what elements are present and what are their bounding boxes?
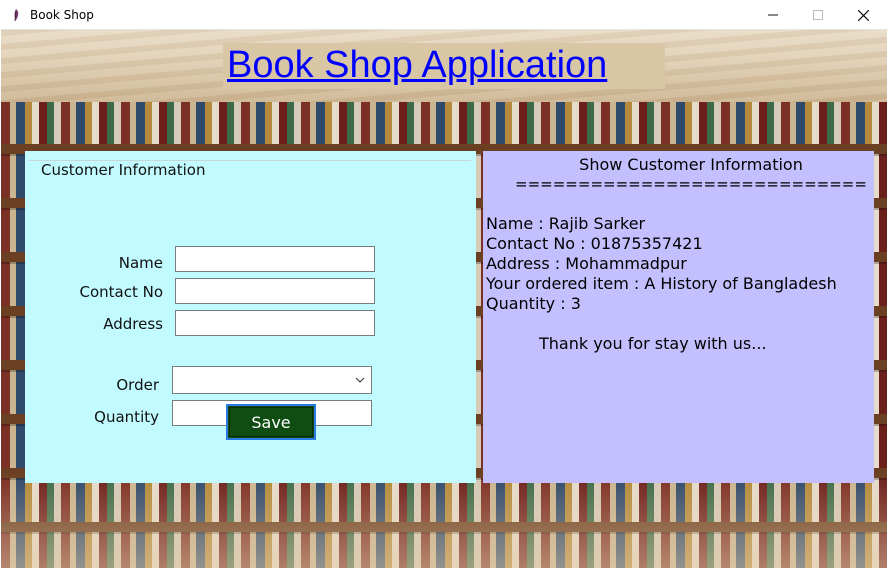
save-button[interactable]: Save [226,404,316,440]
minimize-button[interactable] [750,0,796,30]
info-line-quantity: Quantity : 3 [486,294,581,313]
name-field[interactable] [175,246,375,272]
address-field[interactable] [175,310,375,336]
order-dropdown[interactable] [172,366,372,394]
maximize-icon [813,10,823,20]
quantity-label: Quantity [94,408,159,426]
window-titlebar: Book Shop [0,0,888,30]
info-panel-separator: ============================ [515,175,867,193]
contact-field[interactable] [175,278,375,304]
feather-icon [14,9,19,22]
thank-you-message: Thank you for stay with us... [539,334,767,353]
customer-info-display-panel: Show Customer Information ==============… [483,151,874,483]
info-line-name: Name : Rajib Sarker [486,214,646,233]
close-button[interactable] [840,0,886,30]
minimize-icon [768,14,778,16]
maximize-button[interactable] [795,0,841,30]
groupbox-label: Customer Information [39,161,208,179]
main-window: Book Shop Application Customer Informati… [1,30,887,568]
info-line-ordered-item: Your ordered item : A History of Banglad… [486,274,837,293]
order-label: Order [116,376,159,394]
info-line-address: Address : Mohammadpur [486,254,687,273]
close-icon [857,9,869,21]
address-label: Address [103,315,163,333]
contact-label: Contact No [79,283,163,301]
window-title: Book Shop [30,8,94,22]
page-title: Book Shop Application [227,44,608,86]
chevron-down-icon [355,377,365,383]
name-label: Name [118,254,163,272]
info-panel-title: Show Customer Information [579,155,803,174]
info-line-contact: Contact No : 01875357421 [486,234,703,253]
customer-form-panel: Customer Information Name Contact No Add… [25,151,476,483]
